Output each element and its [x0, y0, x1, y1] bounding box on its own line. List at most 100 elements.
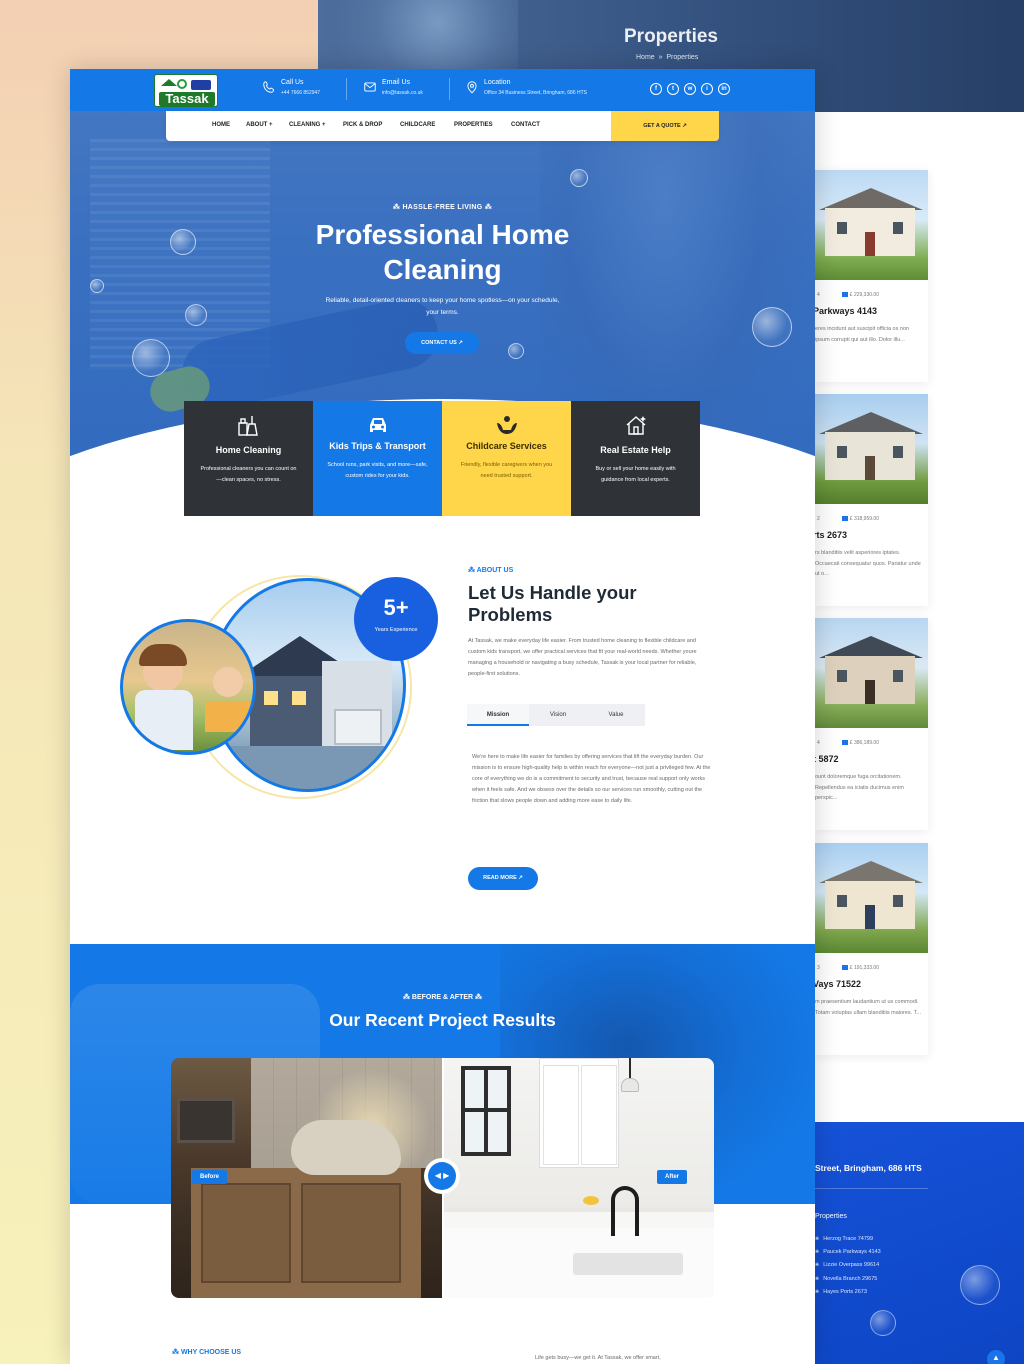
- property-card[interactable]: 4 £ 229,330.00 Parkways 4143 eres incidun…: [813, 170, 928, 382]
- contact-us-button[interactable]: CONTACT US ↗: [405, 332, 479, 354]
- property-card[interactable]: 4 £ 386,189.00 t 5872 ount doloremque fug…: [813, 618, 928, 830]
- tab-content: We're here to make life easier for famil…: [472, 754, 711, 804]
- property-desc: rs blanditiis velit asperiores iptates. …: [815, 550, 921, 577]
- whatsapp-icon[interactable]: w: [684, 83, 696, 95]
- service-desc: School runs, park visits, and more—safe,…: [327, 462, 428, 479]
- nav-contact[interactable]: CONTACT: [511, 122, 540, 128]
- service-card-home-cleaning[interactable]: Home Cleaning Professional cleaners you …: [184, 401, 313, 516]
- property-image: [815, 843, 928, 953]
- price-icon: [841, 516, 848, 522]
- scroll-top-button[interactable]: ▲: [987, 1350, 1005, 1364]
- breadcrumb-current: Properties: [666, 54, 699, 61]
- tab-vision[interactable]: Vision: [529, 704, 587, 726]
- after-label: After: [657, 1170, 688, 1184]
- nav-pick-drop[interactable]: PICK & DROP: [343, 122, 382, 128]
- linkedin-icon[interactable]: in: [718, 83, 730, 95]
- nav-properties[interactable]: PROPERTIES: [454, 122, 493, 128]
- property-title[interactable]: Vays 71522: [813, 979, 861, 989]
- service-title: Home Cleaning: [215, 445, 282, 455]
- footer-address: Street, Bringham, 686 HTS: [815, 1163, 922, 1173]
- call-label: Call Us: [281, 79, 304, 86]
- service-title: Kids Trips & Transport: [329, 441, 426, 451]
- cleaning-icon: [238, 416, 258, 436]
- experience-value: 5+: [383, 595, 409, 620]
- nav-home[interactable]: HOME: [212, 122, 230, 128]
- property-meta: 2 £ 318,959.00: [817, 516, 879, 522]
- divider: [449, 78, 450, 100]
- footer-link[interactable]: Herzog Trace 74799: [815, 1236, 873, 1242]
- breadcrumb-home[interactable]: Home: [636, 54, 655, 61]
- footer-link[interactable]: Novella Branch 29675: [815, 1276, 877, 1282]
- service-card-childcare[interactable]: Childcare Services Friendly, flexible ca…: [442, 401, 571, 516]
- property-title[interactable]: Parkways 4143: [813, 306, 877, 316]
- breadcrumb: Home » Properties: [636, 54, 698, 61]
- arrows-icon: ◀ ▶: [428, 1162, 456, 1190]
- bubble-decoration: [870, 1310, 896, 1336]
- homepage-preview: Tassak Call Us +44 7666 852947 Email Us …: [70, 69, 815, 1364]
- service-card-kids-transport[interactable]: Kids Trips & Transport School runs, park…: [313, 401, 442, 516]
- footer-link[interactable]: Lizzie Overpass 99614: [815, 1262, 879, 1268]
- services-row: Home Cleaning Professional cleaners you …: [184, 401, 700, 516]
- footer-section: [815, 1122, 1024, 1364]
- slider-handle[interactable]: ◀ ▶: [424, 1158, 460, 1194]
- nav-cleaning[interactable]: CLEANING +: [289, 122, 326, 128]
- bubble-decoration: [132, 339, 170, 377]
- footer-link[interactable]: Paucek Parkways 4143: [815, 1249, 880, 1255]
- property-desc: eres incidunt aut suscipit officia os no…: [815, 326, 910, 343]
- phone-icon: [263, 81, 275, 93]
- experience-badge: 5+ Years Experience: [354, 577, 438, 661]
- location-value: Office 34 Business Street, Bringham, 686…: [484, 90, 588, 96]
- bubble-decoration: [170, 229, 196, 255]
- tab-mission[interactable]: Mission: [467, 704, 529, 726]
- property-image: [815, 618, 928, 728]
- property-image: [815, 394, 928, 504]
- about-tabs: Mission Vision Value: [467, 704, 645, 726]
- why-eyebrow: ⁂ WHY CHOOSE US: [172, 1349, 242, 1356]
- price-icon: [841, 292, 848, 298]
- service-desc: Buy or sell your home easily with guidan…: [595, 466, 676, 483]
- price-icon: [841, 965, 848, 971]
- email-value: info@tassak.co.uk: [382, 90, 423, 96]
- bubble-decoration: [570, 169, 588, 187]
- email-label: Email Us: [382, 79, 411, 86]
- service-card-real-estate[interactable]: Real Estate Help Buy or sell your home e…: [571, 401, 700, 516]
- property-card[interactable]: 2 £ 318,959.00 rts 2673 rs blanditiis vel…: [813, 394, 928, 606]
- hero-subtitle: Reliable, detail-oriented cleaners to ke…: [325, 297, 560, 316]
- top-bar: Tassak Call Us +44 7666 852947 Email Us …: [70, 69, 815, 111]
- location-pin-icon: [467, 81, 477, 94]
- divider: [346, 78, 347, 100]
- house-logo-icon: [161, 79, 177, 86]
- logo[interactable]: Tassak: [154, 74, 218, 107]
- projects-title: Our Recent Project Results: [329, 1010, 556, 1030]
- facebook-icon[interactable]: f: [650, 83, 662, 95]
- property-title[interactable]: rts 2673: [813, 530, 847, 540]
- property-meta: 3 £ 191,333.00: [817, 965, 879, 971]
- service-title: Childcare Services: [466, 441, 547, 451]
- property-image: [815, 170, 928, 280]
- get-quote-button[interactable]: GET A QUOTE ↗: [611, 111, 719, 141]
- kids-photo: [120, 619, 256, 755]
- bubble-decoration: [960, 1265, 1000, 1305]
- twitter-icon[interactable]: t: [667, 83, 679, 95]
- people-logo-icon: [177, 79, 187, 89]
- property-card[interactable]: 3 £ 191,333.00 Vays 71522 m praesentium l…: [813, 843, 928, 1055]
- nav-about[interactable]: ABOUT +: [246, 122, 273, 128]
- footer-link[interactable]: Hayes Ports 2673: [815, 1289, 867, 1295]
- nav-childcare[interactable]: CHILDCARE: [400, 122, 435, 128]
- property-title[interactable]: t 5872: [813, 754, 839, 764]
- tab-value[interactable]: Value: [587, 704, 645, 726]
- experience-label: Years Experience: [374, 627, 418, 633]
- property-desc: m praesentium laudantium ut us commodi. …: [815, 999, 921, 1016]
- property-meta: 4 £ 386,189.00: [817, 740, 879, 746]
- about-title: Let Us Handle your Problems: [468, 582, 637, 625]
- footer-divider: [815, 1188, 928, 1189]
- service-title: Real Estate Help: [600, 445, 671, 455]
- price-icon: [841, 740, 848, 746]
- before-label: Before: [192, 1170, 228, 1184]
- property-desc: ount doloremque fuga orcitationem. Repel…: [815, 774, 904, 801]
- property-meta: 4 £ 229,330.00: [817, 292, 879, 298]
- instagram-icon[interactable]: i: [701, 83, 713, 95]
- service-desc: Professional cleaners you can count on—c…: [200, 466, 297, 483]
- read-more-button[interactable]: READ MORE ↗: [468, 867, 538, 890]
- hero-title: Professional Home Cleaning: [315, 219, 570, 285]
